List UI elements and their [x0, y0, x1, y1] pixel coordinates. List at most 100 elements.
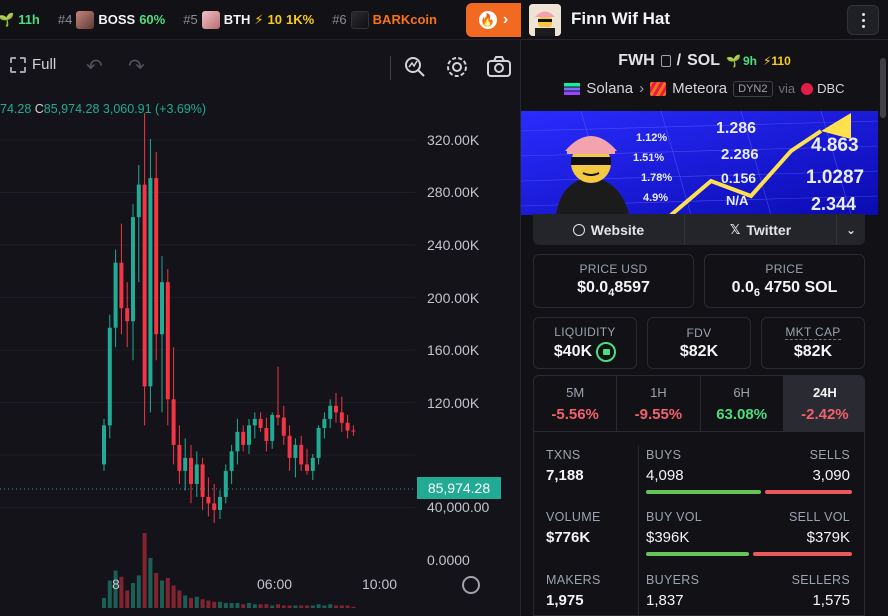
candle-body[interactable]: [194, 464, 199, 484]
volume-bar: [247, 603, 251, 608]
price-chart[interactable]: Full ↶ ↷ 74.28 C85,974.28 3,060.91 (+3.6…: [0, 40, 521, 616]
toolbar-divider: [390, 56, 391, 80]
redo-icon[interactable]: ↷: [128, 54, 145, 79]
candle-body[interactable]: [322, 418, 327, 428]
candle-body[interactable]: [148, 178, 153, 387]
axis-settings-icon[interactable]: [462, 576, 480, 594]
website-button[interactable]: Website: [533, 214, 685, 245]
candle-body[interactable]: [247, 425, 251, 445]
ticker-item-boss[interactable]: #4 BOSS 60%: [57, 10, 165, 29]
candle-body[interactable]: [299, 444, 304, 465]
launchpad[interactable]: DBC: [801, 81, 845, 96]
settings-icon[interactable]: [444, 54, 470, 80]
candle-body[interactable]: [212, 503, 217, 510]
indicators-icon[interactable]: [402, 54, 428, 80]
twitter-button[interactable]: 𝕏 Twitter: [685, 214, 837, 245]
volume-bar: [287, 605, 292, 608]
time-axis-tick: 10:00: [362, 576, 398, 592]
makers-label: MAKERS: [546, 573, 601, 587]
undo-icon[interactable]: ↶: [86, 54, 103, 79]
quote-symbol: SOL: [687, 52, 720, 69]
copy-icon[interactable]: [660, 55, 671, 67]
candle-body[interactable]: [200, 464, 205, 497]
candle-body[interactable]: [160, 282, 164, 335]
candle-body[interactable]: [328, 405, 333, 419]
candle-body[interactable]: [281, 417, 286, 436]
volume-bar: [305, 605, 309, 608]
candle-body[interactable]: [270, 414, 275, 441]
tab-1h[interactable]: 1H -9.55%: [617, 376, 701, 431]
candle-body[interactable]: [339, 412, 344, 423]
candle-body[interactable]: [258, 418, 263, 428]
candle-body[interactable]: [334, 405, 338, 413]
candle-body[interactable]: [252, 418, 257, 426]
candle-body[interactable]: [305, 464, 309, 471]
candle-body[interactable]: [131, 217, 135, 322]
price-usd-card: PRICE USD $0.048597: [533, 254, 694, 308]
candle-body[interactable]: [177, 444, 182, 471]
candle-body[interactable]: [229, 451, 234, 471]
boost-badge[interactable]: ⚡110: [763, 54, 791, 68]
volume-bar: [322, 605, 327, 608]
tab-6h[interactable]: 6H 63.08%: [701, 376, 784, 431]
candle-body[interactable]: [183, 457, 188, 471]
volume-bar: [316, 604, 321, 608]
candle-body[interactable]: [125, 308, 130, 322]
buys-value: 4,098: [646, 467, 684, 484]
volume-bar: [345, 605, 350, 608]
banner-number: 1.12%: [636, 132, 667, 144]
candle-body[interactable]: [316, 427, 321, 458]
candle-body[interactable]: [345, 422, 350, 431]
pair-age: 🌱 9h: [726, 54, 757, 68]
candle-body[interactable]: [171, 399, 176, 445]
camera-icon[interactable]: [486, 54, 512, 80]
tab-5m[interactable]: 5M -5.56%: [534, 376, 618, 431]
candle-body[interactable]: [276, 414, 280, 418]
ticker-item-bth[interactable]: #5 BTH ⚡ 10 1K%: [183, 10, 314, 29]
candle-body[interactable]: [142, 184, 147, 387]
candle-body[interactable]: [113, 262, 118, 328]
volume-bar: [281, 605, 286, 608]
candle-body[interactable]: [223, 470, 228, 497]
candle-body[interactable]: [264, 427, 269, 441]
fullscreen-label: Full: [32, 56, 57, 73]
ticker-item-bark[interactable]: #6 BARKcoin: [332, 10, 437, 29]
candle-body[interactable]: [102, 425, 106, 465]
lock-icon[interactable]: [596, 341, 617, 362]
candle-body[interactable]: [351, 430, 356, 432]
candle-body[interactable]: [218, 496, 222, 510]
more-menu-button[interactable]: [847, 5, 879, 35]
sellers-label: SELLERS: [791, 573, 850, 587]
candle-body[interactable]: [287, 435, 292, 458]
candle-body[interactable]: [165, 282, 170, 400]
via-label: via: [778, 81, 796, 96]
trending-ticker: 🌱 11h #4 BOSS 60% #5 BTH ⚡ 10 1K% #6 BAR…: [0, 0, 521, 40]
chevron-right-icon: ›: [639, 80, 645, 97]
token-symbol: FWH: [618, 52, 655, 69]
chain-name[interactable]: Solana: [586, 80, 633, 97]
candle-body[interactable]: [310, 457, 315, 471]
candlestick-series[interactable]: [0, 100, 415, 616]
candle-body[interactable]: [154, 178, 159, 335]
banner-number: 0.156: [721, 170, 756, 186]
fullscreen-button[interactable]: Full: [10, 56, 56, 73]
candle-body[interactable]: [107, 327, 112, 426]
price-axis-tick: 0.0000: [427, 552, 470, 568]
more-links-button[interactable]: ⌄: [837, 214, 865, 245]
tab-24h[interactable]: 24H -2.42%: [783, 376, 864, 431]
ticker-rank: #4: [57, 12, 73, 27]
ticker-item[interactable]: 🌱 11h: [0, 12, 40, 28]
candle-body[interactable]: [235, 431, 240, 452]
candle-body[interactable]: [293, 444, 298, 458]
last-price-label: 85,974.28: [417, 477, 501, 499]
candle-body[interactable]: [206, 496, 211, 504]
price-axis-tick: 240.00K: [427, 237, 480, 253]
candle-body[interactable]: [241, 431, 246, 445]
candle-body[interactable]: [119, 262, 124, 309]
banner-number: 4.863: [811, 135, 859, 156]
dex-name[interactable]: Meteora: [672, 80, 727, 97]
candle-body[interactable]: [136, 184, 141, 218]
makers-value: 1,975: [546, 592, 584, 609]
candle-body[interactable]: [189, 457, 193, 484]
trending-toggle-button[interactable]: 🔥 ›: [466, 3, 521, 37]
